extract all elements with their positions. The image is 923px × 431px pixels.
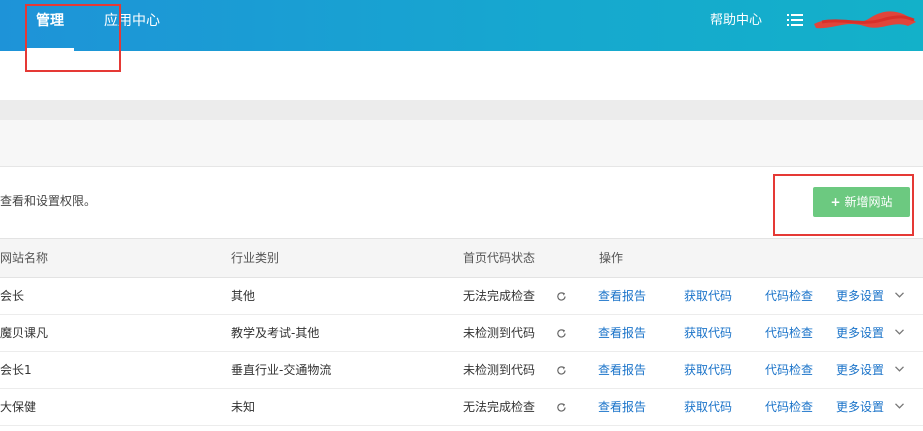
view-report-link[interactable]: 查看报告 <box>598 278 646 314</box>
refresh-icon[interactable] <box>556 291 567 302</box>
tab-app-center[interactable]: 应用中心 <box>104 0 160 51</box>
site-category: 教学及考试-其他 <box>231 326 320 340</box>
code-status: 未检测到代码 <box>463 326 536 340</box>
refresh-icon[interactable] <box>556 402 567 413</box>
chevron-down-icon[interactable] <box>895 292 904 298</box>
table-row: 会长1 垂直行业-交通物流 未检测到代码 查看报告 获取代码 代码检查 更多设置 <box>0 352 923 389</box>
table-row: 魔贝课凡 教学及考试-其他 未检测到代码 查看报告 获取代码 代码检查 更多设置 <box>0 315 923 352</box>
list-menu-icon[interactable] <box>787 13 803 27</box>
check-code-link[interactable]: 代码检查 <box>765 315 813 351</box>
get-code-link[interactable]: 获取代码 <box>684 389 732 425</box>
more-settings-link[interactable]: 更多设置 <box>836 278 884 314</box>
view-report-link[interactable]: 查看报告 <box>598 352 646 388</box>
chevron-down-icon[interactable] <box>895 366 904 372</box>
code-status: 未检测到代码 <box>463 363 536 377</box>
more-settings-link[interactable]: 更多设置 <box>836 389 884 425</box>
tab-manage[interactable]: 管理 <box>26 0 74 51</box>
get-code-link[interactable]: 获取代码 <box>684 352 732 388</box>
add-site-button-label: 新增网站 <box>844 195 893 209</box>
column-header-site-name: 网站名称 <box>0 251 49 265</box>
check-code-link[interactable]: 代码检查 <box>765 389 813 425</box>
get-code-link[interactable]: 获取代码 <box>684 278 732 314</box>
plus-icon: + <box>830 195 841 209</box>
check-code-link[interactable]: 代码检查 <box>765 278 813 314</box>
refresh-icon[interactable] <box>556 365 567 376</box>
site-name: 魔贝课凡 <box>0 326 49 340</box>
help-center-link[interactable]: 帮助中心 <box>710 0 762 42</box>
page-description: 查看和设置权限。 <box>0 194 97 208</box>
chevron-down-icon[interactable] <box>895 329 904 335</box>
site-category: 垂直行业-交通物流 <box>231 363 332 377</box>
top-nav-bar: 管理 应用中心 帮助中心 <box>0 0 923 51</box>
table-row: 会长 其他 无法完成检查 查看报告 获取代码 代码检查 更多设置 <box>0 278 923 315</box>
table-row: 大保健 未知 无法完成检查 查看报告 获取代码 代码检查 更多设置 <box>0 389 923 426</box>
site-category: 其他 <box>231 289 256 303</box>
column-header-code-status: 首页代码状态 <box>463 251 536 265</box>
code-status: 无法完成检查 <box>463 289 536 303</box>
column-header-category: 行业类别 <box>231 251 280 265</box>
site-name: 会长1 <box>0 363 32 377</box>
site-category: 未知 <box>231 400 256 414</box>
code-status: 无法完成检查 <box>463 400 536 414</box>
add-site-button[interactable]: + 新增网站 <box>813 187 910 217</box>
section-divider <box>0 100 923 120</box>
more-settings-link[interactable]: 更多设置 <box>836 352 884 388</box>
chevron-down-icon[interactable] <box>895 403 904 409</box>
filter-bar <box>0 120 923 167</box>
view-report-link[interactable]: 查看报告 <box>598 315 646 351</box>
get-code-link[interactable]: 获取代码 <box>684 315 732 351</box>
table-header: 网站名称 行业类别 首页代码状态 操作 <box>0 238 923 278</box>
more-settings-link[interactable]: 更多设置 <box>836 315 884 351</box>
check-code-link[interactable]: 代码检查 <box>765 352 813 388</box>
site-name: 大保健 <box>0 400 37 414</box>
column-header-actions: 操作 <box>599 251 624 265</box>
view-report-link[interactable]: 查看报告 <box>598 389 646 425</box>
refresh-icon[interactable] <box>556 328 567 339</box>
user-name-redaction <box>814 11 916 29</box>
site-name: 会长 <box>0 289 25 303</box>
